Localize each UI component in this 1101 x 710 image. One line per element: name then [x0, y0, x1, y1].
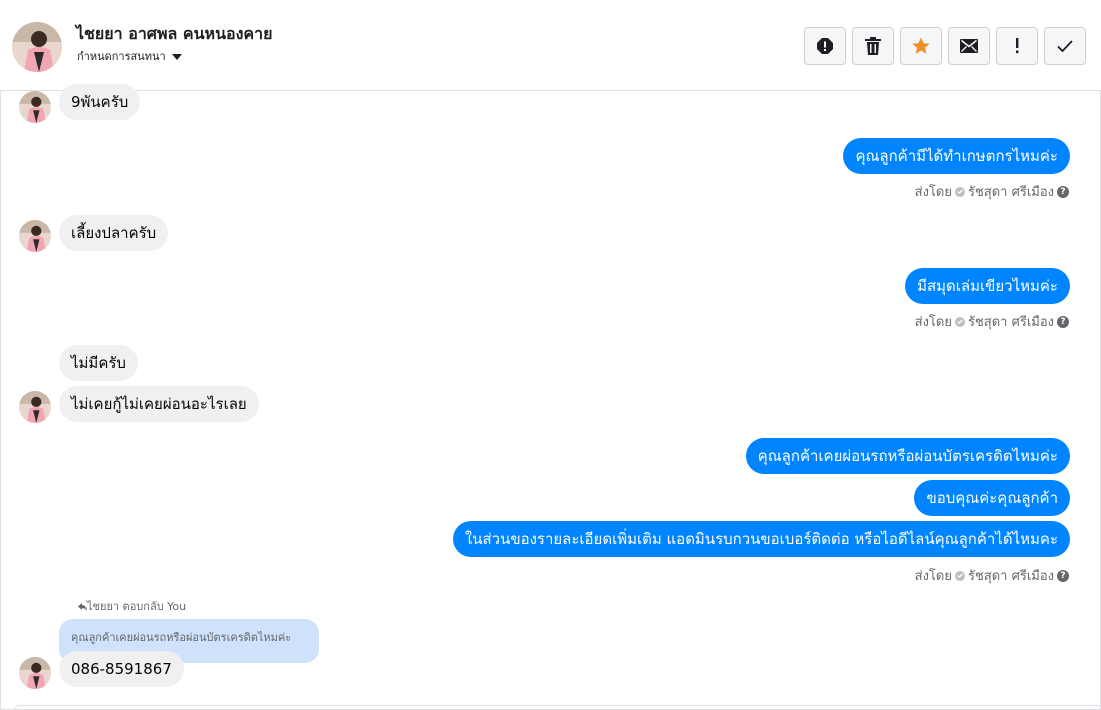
- outgoing-message[interactable]: คุณลูกค้าเคยผ่อนรถหรือผ่อนบัตรเครดิตไหมค…: [745, 438, 1070, 474]
- outgoing-message[interactable]: ขอบคุณค่ะคุณลูกค้า: [914, 480, 1070, 516]
- reply-arrow-icon: [78, 603, 87, 611]
- sent-by-label: ส่งโดย: [914, 185, 952, 200]
- avatar[interactable]: [19, 220, 51, 252]
- outgoing-message[interactable]: มีสมุดเล่มเขียวไหมค่ะ: [905, 268, 1070, 304]
- exclamation-icon: [1016, 38, 1019, 54]
- follow-up-button[interactable]: [996, 27, 1038, 65]
- mark-spam-button[interactable]: [804, 27, 846, 65]
- help-icon[interactable]: ?: [1057, 569, 1069, 582]
- reply-label: ไชยยา ตอบกลับ You: [87, 600, 187, 613]
- conversation-header: ไชยยา อาศพล คนหนองคาย กำหนดการสนทนา: [0, 0, 1101, 91]
- contact-name: ไชยยา อาศพล คนหนองคาย: [76, 24, 273, 43]
- incoming-message[interactable]: ไม่มีครับ: [59, 345, 138, 381]
- outgoing-message[interactable]: ในส่วนของรายละเอียดเพิ่มเติม แอดมินรบกวน…: [452, 521, 1070, 557]
- sent-by-agent: รัชสุดา ศรีเมือง: [967, 569, 1054, 584]
- sent-by-agent: รัชสุดา ศรีเมือง: [967, 185, 1054, 200]
- sent-by-agent: รัชสุดา ศรีเมือง: [967, 315, 1054, 330]
- caret-down-icon: [171, 53, 182, 60]
- assign-conversation-dropdown[interactable]: กำหนดการสนทนา: [77, 47, 182, 65]
- sent-by-label: ส่งโดย: [914, 569, 952, 584]
- checkmark-icon: [1057, 40, 1073, 52]
- avatar[interactable]: [12, 22, 62, 72]
- check-circle-icon: [954, 570, 965, 581]
- trash-icon: [865, 37, 881, 55]
- assign-label: กำหนดการสนทนา: [77, 50, 166, 63]
- composer[interactable]: [14, 705, 1101, 710]
- mark-done-button[interactable]: [1044, 27, 1086, 65]
- envelope-icon: [960, 39, 978, 53]
- incoming-message[interactable]: 086-8591867: [59, 651, 184, 687]
- star-button[interactable]: [900, 27, 942, 65]
- reply-indicator: ไชยยา ตอบกลับ You: [78, 597, 186, 615]
- help-icon[interactable]: ?: [1057, 315, 1069, 328]
- incoming-message[interactable]: ไม่เคยกู้ไม่เคยผ่อนอะไรเลย: [59, 386, 259, 422]
- incoming-message[interactable]: เลี้ยงปลาครับ: [59, 215, 169, 251]
- star-icon: [912, 37, 930, 54]
- sent-by-info: ส่งโดย รัชสุดา ศรีเมือง ?: [915, 565, 1069, 586]
- check-circle-icon: [954, 316, 965, 327]
- check-circle-icon: [954, 186, 965, 197]
- avatar[interactable]: [19, 657, 51, 689]
- incoming-message[interactable]: 9พันครับ: [59, 84, 141, 120]
- sent-by-info: ส่งโดย รัชสุดา ศรีเมือง ?: [915, 311, 1069, 332]
- sent-by-label: ส่งโดย: [914, 315, 952, 330]
- delete-button[interactable]: [852, 27, 894, 65]
- alert-icon: [817, 38, 833, 54]
- outgoing-message[interactable]: คุณลูกค้ามีได้ทำเกษตกรไหมค่ะ: [843, 138, 1070, 174]
- sent-by-info: ส่งโดย รัชสุดา ศรีเมือง ?: [915, 181, 1069, 202]
- mark-unread-button[interactable]: [948, 27, 990, 65]
- toolbar: [804, 27, 1086, 65]
- help-icon[interactable]: ?: [1057, 185, 1069, 198]
- avatar[interactable]: [19, 91, 51, 123]
- avatar[interactable]: [19, 391, 51, 423]
